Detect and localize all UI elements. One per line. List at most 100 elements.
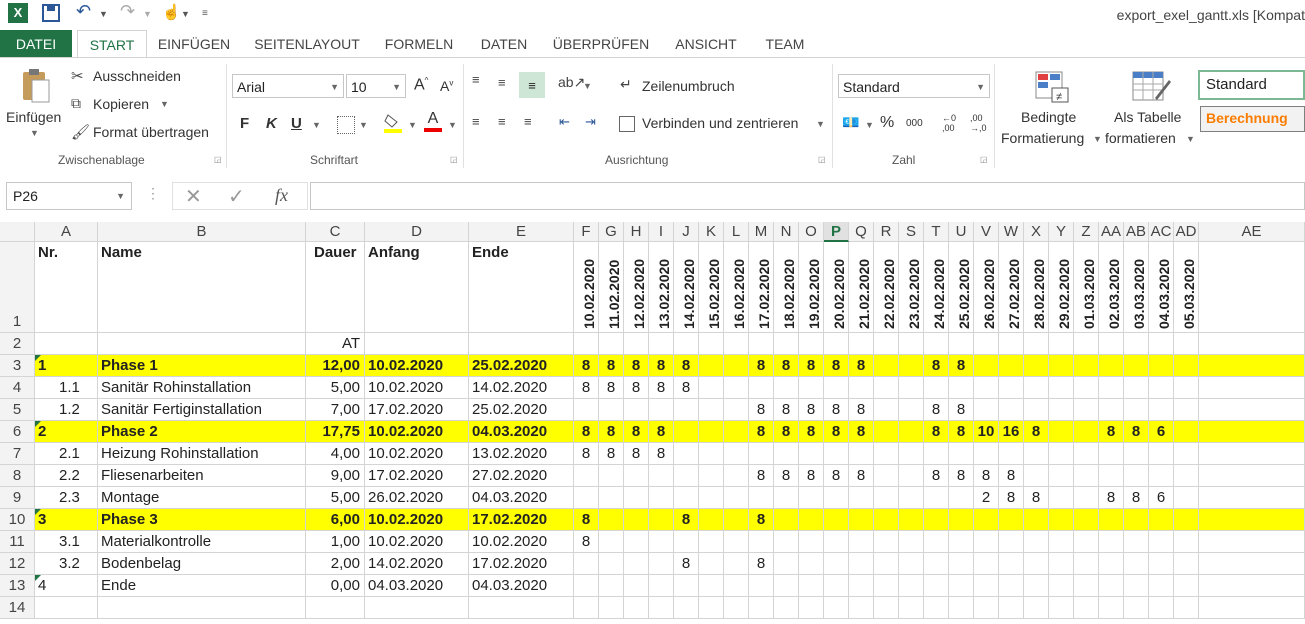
column-header-m[interactable]: M [749,222,774,242]
hour-cell[interactable] [1174,421,1199,443]
cell[interactable] [1199,553,1305,575]
task-start[interactable]: 10.02.2020 [365,377,469,399]
hour-cell[interactable]: 8 [1024,487,1049,509]
hour-cell[interactable] [899,597,924,619]
format-table-label-1[interactable]: Als Tabelle [1114,109,1181,125]
hour-cell[interactable]: 8 [574,531,599,553]
task-name[interactable]: Bodenbelag [98,553,306,575]
row-header[interactable]: 11 [0,531,35,553]
cell[interactable] [1199,377,1305,399]
column-header-t[interactable]: T [924,222,949,242]
hour-cell[interactable]: 8 [799,421,824,443]
hour-cell[interactable]: 8 [574,355,599,377]
hour-cell[interactable] [799,487,824,509]
hour-cell[interactable] [899,421,924,443]
hour-cell[interactable] [1049,399,1074,421]
hour-cell[interactable]: 8 [649,443,674,465]
hour-cell[interactable] [1024,399,1049,421]
row-header[interactable]: 14 [0,597,35,619]
hour-cell[interactable] [874,597,899,619]
hour-cell[interactable] [899,465,924,487]
cell[interactable] [724,333,749,355]
hour-cell[interactable] [824,377,849,399]
row-header[interactable]: 1 [0,242,35,333]
font-color-dropdown-icon[interactable]: ▼ [448,120,457,130]
hour-cell[interactable] [849,487,874,509]
column-header-p[interactable]: P [824,222,849,242]
hour-cell[interactable] [899,355,924,377]
cell[interactable] [1049,333,1074,355]
hour-cell[interactable] [574,465,599,487]
hour-cell[interactable] [849,377,874,399]
task-end[interactable]: 17.02.2020 [469,553,574,575]
task-name[interactable]: Ende [98,575,306,597]
hour-cell[interactable] [1099,355,1124,377]
hour-cell[interactable] [774,509,799,531]
hour-cell[interactable] [649,487,674,509]
hour-cell[interactable] [1174,597,1199,619]
hour-cell[interactable] [1049,377,1074,399]
hour-cell[interactable] [649,553,674,575]
hour-cell[interactable] [1074,443,1099,465]
cell[interactable] [749,333,774,355]
hour-cell[interactable] [699,553,724,575]
hour-cell[interactable] [824,443,849,465]
hour-cell[interactable] [1124,399,1149,421]
task-number[interactable]: 4 [35,575,98,597]
hour-cell[interactable] [1149,575,1174,597]
cell[interactable] [624,333,649,355]
hour-cell[interactable]: 8 [674,355,699,377]
cell[interactable] [1199,443,1305,465]
cell[interactable] [1199,399,1305,421]
hour-cell[interactable]: 2 [974,487,999,509]
hour-cell[interactable] [774,531,799,553]
underline-button[interactable]: U [291,115,302,132]
hour-cell[interactable] [999,509,1024,531]
column-header-e[interactable]: E [469,222,574,242]
increase-indent-icon[interactable]: ⇥ [585,114,596,130]
hour-cell[interactable] [1049,443,1074,465]
task-name[interactable]: Phase 1 [98,355,306,377]
conditional-dropdown-icon[interactable]: ▼ [1093,134,1102,144]
currency-icon[interactable]: 💶 [842,114,859,131]
hour-cell[interactable] [599,597,624,619]
hour-cell[interactable] [1099,597,1124,619]
hour-cell[interactable]: 8 [749,465,774,487]
hour-cell[interactable] [724,421,749,443]
hour-cell[interactable] [899,509,924,531]
hour-cell[interactable] [924,597,949,619]
hour-cell[interactable]: 8 [649,421,674,443]
column-header-y[interactable]: Y [1049,222,1074,242]
hour-cell[interactable]: 8 [749,399,774,421]
hour-cell[interactable] [824,509,849,531]
number-launcher-icon[interactable]: ◲ [980,155,988,164]
column-header-b[interactable]: B [98,222,306,242]
cell[interactable] [1124,333,1149,355]
column-header-x[interactable]: X [1024,222,1049,242]
cell[interactable] [774,333,799,355]
hour-cell[interactable] [724,553,749,575]
hour-cell[interactable]: 8 [999,465,1024,487]
hour-cell[interactable]: 8 [1024,421,1049,443]
hour-cell[interactable] [724,465,749,487]
hour-cell[interactable]: 8 [824,421,849,443]
hour-cell[interactable] [1174,443,1199,465]
tab-einfuegen[interactable]: EINFÜGEN [152,30,236,58]
grow-font-icon[interactable]: A^ [414,76,428,94]
hour-cell[interactable] [1124,355,1149,377]
hour-cell[interactable]: 8 [574,443,599,465]
task-number[interactable]: 3 [35,509,98,531]
hour-cell[interactable] [924,531,949,553]
hour-cell[interactable]: 8 [849,465,874,487]
task-name[interactable]: Sanitär Rohinstallation [98,377,306,399]
cell[interactable] [1199,355,1305,377]
hour-cell[interactable] [874,377,899,399]
redo-dropdown-icon[interactable]: ▼ [143,9,152,19]
hour-cell[interactable] [1174,399,1199,421]
tab-formeln[interactable]: FORMELN [376,30,462,58]
hour-cell[interactable] [1124,553,1149,575]
fill-dropdown-icon[interactable]: ▼ [408,120,417,130]
hour-cell[interactable] [799,531,824,553]
insert-function-icon[interactable]: fx [275,185,288,206]
task-duration[interactable] [306,597,365,619]
